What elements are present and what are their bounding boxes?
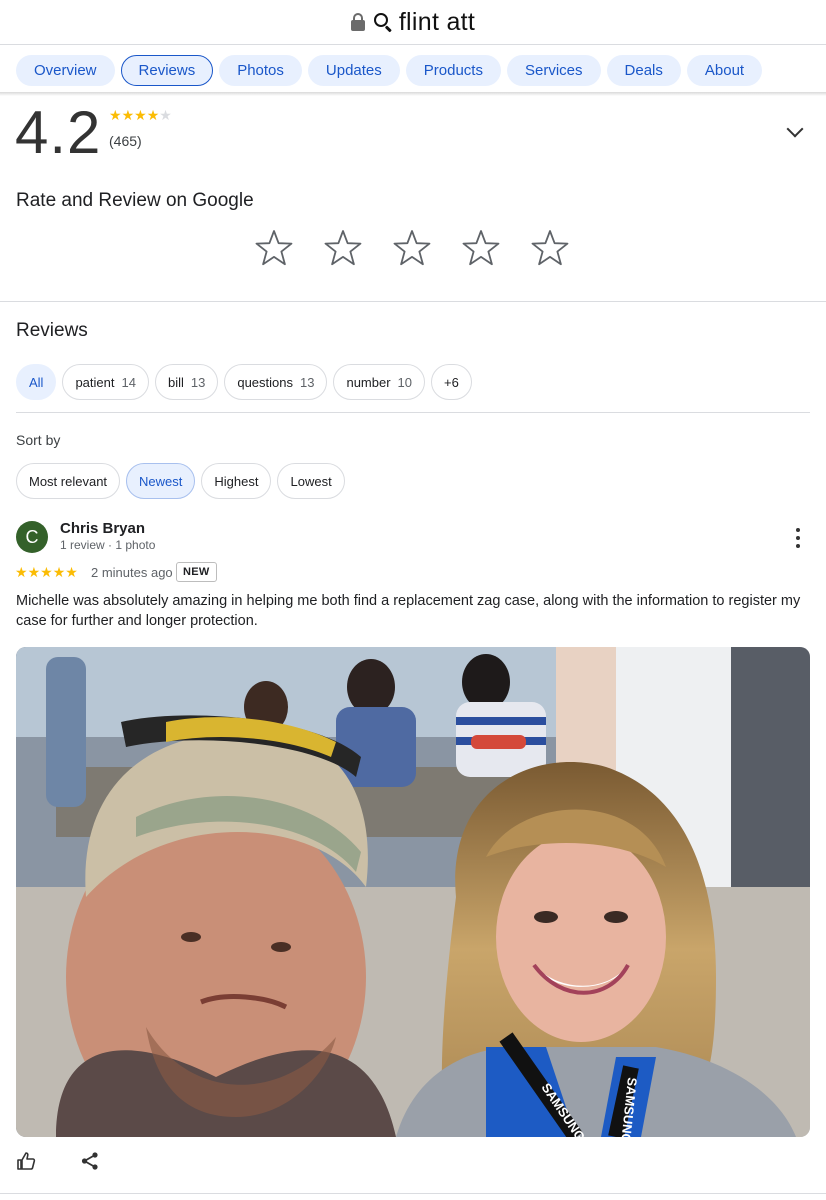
tab-bar: Overview Reviews Photos Updates Products… <box>16 55 763 87</box>
star-filled-icon: ★ <box>109 107 122 123</box>
divider <box>0 301 826 302</box>
tab-bar-shadow <box>0 92 826 96</box>
divider <box>16 412 810 413</box>
tab-services[interactable]: Services <box>506 55 601 86</box>
tab-deals[interactable]: Deals <box>606 55 681 86</box>
star-filled-icon: ★ <box>146 107 160 123</box>
chip-count: 14 <box>121 374 136 390</box>
chip-count: 13 <box>190 374 206 390</box>
divider <box>0 1193 826 1194</box>
more-options-icon[interactable] <box>795 528 801 548</box>
chip-number[interactable]: number 10 <box>333 364 426 400</box>
star-filled-icon: ★ <box>52 564 66 580</box>
new-badge: NEW <box>176 562 217 582</box>
address-bar[interactable]: flint att <box>0 0 826 44</box>
star-filled-icon: ★ <box>65 564 78 580</box>
share-icon[interactable] <box>80 1151 100 1171</box>
rate-star-4-icon[interactable] <box>461 228 501 268</box>
rate-star-3-icon[interactable] <box>392 228 432 268</box>
chip-count: 10 <box>397 374 413 390</box>
star-filled-icon: ★ <box>134 107 147 123</box>
reviewer-meta: 1 review · 1 photo <box>60 538 156 552</box>
average-rating: 4.2 <box>15 99 102 166</box>
reviews-heading: Reviews <box>16 320 88 341</box>
chip-label: +6 <box>444 374 459 390</box>
divider <box>0 44 826 45</box>
rate-star-1-icon[interactable] <box>254 228 294 268</box>
tab-products[interactable]: Products <box>405 55 501 86</box>
reviewer-name[interactable]: Chris Bryan <box>60 520 145 537</box>
review-time: 2 minutes ago <box>91 565 173 580</box>
chevron-down-icon[interactable] <box>786 120 804 138</box>
sort-options: Most relevant Newest Highest Lowest <box>16 463 345 499</box>
rate-star-5-icon[interactable] <box>530 228 570 268</box>
sort-lowest[interactable]: Lowest <box>277 463 345 499</box>
tab-reviews[interactable]: Reviews <box>120 55 214 86</box>
sort-newest[interactable]: Newest <box>126 463 196 499</box>
chip-count: 13 <box>300 374 315 390</box>
tab-about[interactable]: About <box>686 55 763 86</box>
chip-label: number <box>346 374 391 390</box>
chip-more-topics[interactable]: +6 <box>431 364 472 400</box>
review-count: (465) <box>109 133 142 149</box>
rate-review-title: Rate and Review on Google <box>16 190 254 211</box>
star-filled-icon: ★ <box>15 564 28 580</box>
chip-all[interactable]: All <box>16 364 57 400</box>
tab-updates[interactable]: Updates <box>307 55 400 86</box>
rate-star-picker <box>254 228 570 268</box>
star-filled-icon: ★ <box>121 107 135 123</box>
chip-patient[interactable]: patient 14 <box>62 364 149 400</box>
sort-highest[interactable]: Highest <box>201 463 272 499</box>
sort-most-relevant[interactable]: Most relevant <box>16 463 121 499</box>
chip-label: questions <box>237 374 293 390</box>
chip-label: bill <box>167 374 184 390</box>
tab-overview[interactable]: Overview <box>16 55 115 86</box>
chip-questions[interactable]: questions 13 <box>224 364 328 400</box>
thumbs-up-icon[interactable] <box>16 1151 36 1171</box>
sort-by-label: Sort by <box>16 432 61 448</box>
summary-star-rating: ★ ★ ★ ★ ★ <box>109 108 172 122</box>
rate-star-2-icon[interactable] <box>323 228 363 268</box>
tab-photos[interactable]: Photos <box>219 55 302 86</box>
chip-bill[interactable]: bill 13 <box>154 364 219 400</box>
topic-filter-chips: All patient 14 bill 13 questions 13 number 1… <box>16 364 472 400</box>
search-query[interactable]: flint att <box>399 8 475 37</box>
chip-label: patient <box>75 374 115 390</box>
chip-label: All <box>29 374 44 390</box>
review-photo[interactable]: SAMSUNG SAMSUNG <box>16 647 810 1137</box>
review-star-rating: ★ ★ ★ ★ ★ <box>15 565 78 579</box>
search-icon <box>373 12 393 33</box>
avatar[interactable]: C <box>16 521 48 553</box>
star-filled-icon: ★ <box>40 564 53 580</box>
lock-icon <box>350 13 365 31</box>
star-empty-icon: ★ <box>159 107 172 123</box>
star-filled-icon: ★ <box>27 564 41 580</box>
review-text: Michelle was absolutely amazing in helpi… <box>16 593 801 629</box>
